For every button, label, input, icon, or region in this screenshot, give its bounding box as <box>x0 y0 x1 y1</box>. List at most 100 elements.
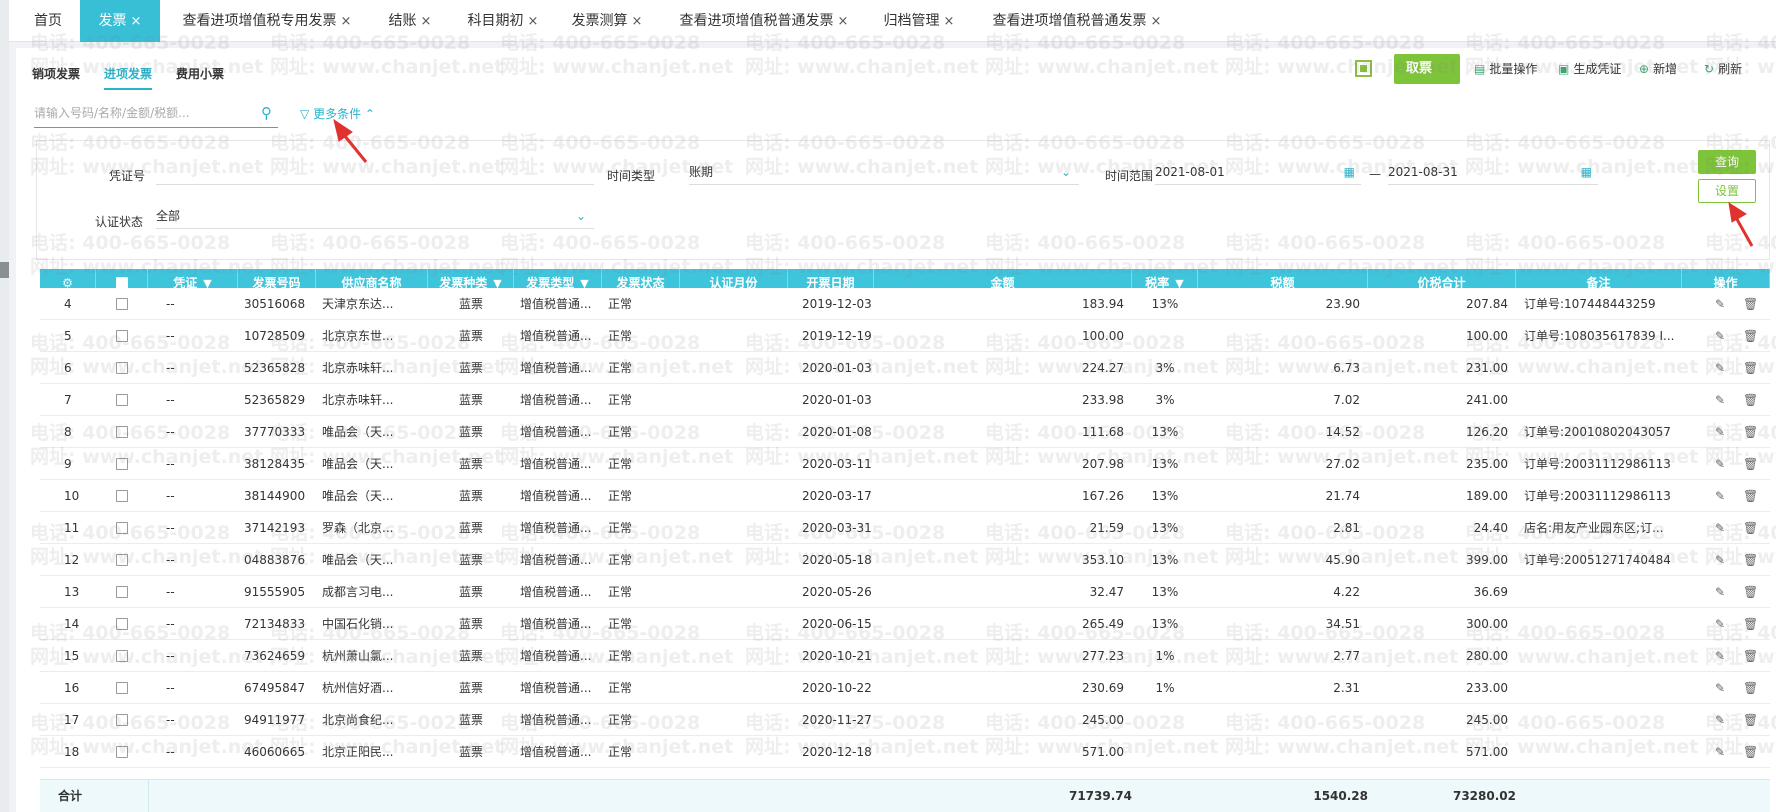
more-conditions-toggle[interactable]: ▽ 更多条件 ⌃ <box>300 105 375 122</box>
edit-icon[interactable]: ✎ <box>1715 416 1725 448</box>
close-icon[interactable]: × <box>528 14 539 29</box>
table-row[interactable]: 14 -- 72134833 中国石化销... 蓝票 增值税普通... 正常 2020-06-… <box>40 608 1770 640</box>
tab-8[interactable]: 查看进项增值税普通发票 × <box>973 0 1181 42</box>
delete-icon[interactable]: 🗑 <box>1743 320 1758 352</box>
tab-4[interactable]: 科目期初 × <box>455 0 551 42</box>
table-row[interactable]: 7 -- 52365829 北京赤味轩... 蓝票 增值税普通... 正常 2020-01-0… <box>40 384 1770 416</box>
row-checkbox[interactable] <box>116 330 128 342</box>
tab-1[interactable]: 发票 × <box>80 0 160 42</box>
edit-icon[interactable]: ✎ <box>1715 576 1725 608</box>
delete-icon[interactable]: 🗑 <box>1743 576 1758 608</box>
delete-icon[interactable]: 🗑 <box>1743 544 1758 576</box>
delete-icon[interactable]: 🗑 <box>1743 448 1758 480</box>
close-icon[interactable]: × <box>1151 14 1162 29</box>
close-icon[interactable]: × <box>341 14 352 29</box>
cell-amount: 230.69 <box>1082 681 1124 695</box>
edit-icon[interactable]: ✎ <box>1715 608 1725 640</box>
delete-icon[interactable]: 🗑 <box>1743 480 1758 512</box>
close-icon[interactable]: × <box>421 14 432 29</box>
close-icon[interactable]: × <box>131 14 142 29</box>
edit-icon[interactable]: ✎ <box>1715 704 1725 736</box>
tab-0[interactable]: 首页 <box>18 0 78 42</box>
cell-kind: 蓝票 <box>458 713 483 727</box>
search-input[interactable] <box>34 100 234 126</box>
cell-rate: 3% <box>1155 393 1175 407</box>
table-row[interactable]: 8 -- 37770333 唯品会（天... 蓝票 增值税普通... 正常 2020-01-0… <box>40 416 1770 448</box>
row-checkbox[interactable] <box>116 490 128 502</box>
edit-icon[interactable]: ✎ <box>1715 672 1725 704</box>
cell-kind: 蓝票 <box>458 425 483 439</box>
edit-icon[interactable]: ✎ <box>1715 512 1725 544</box>
edit-icon[interactable]: ✎ <box>1715 640 1725 672</box>
table-row[interactable]: 16 -- 67495847 杭州信好酒... 蓝票 增值税普通... 正常 2020-10-… <box>40 672 1770 704</box>
table-row[interactable]: 11 -- 37142193 罗森（北京... 蓝票 增值税普通... 正常 2020-03-… <box>40 512 1770 544</box>
table-row[interactable]: 10 -- 38144900 唯品会（天... 蓝票 增值税普通... 正常 2020-03-… <box>40 480 1770 512</box>
table-row[interactable]: 13 -- 91555905 成都言习电... 蓝票 增值税普通... 正常 2020-05-… <box>40 576 1770 608</box>
table-row[interactable]: 9 -- 38128435 唯品会（天... 蓝票 增值税普通... 正常 2020-03-1… <box>40 448 1770 480</box>
table-row[interactable]: 15 -- 73624659 杭州萧山氯... 蓝票 增值税普通... 正常 2020-10-… <box>40 640 1770 672</box>
row-checkbox[interactable] <box>116 298 128 310</box>
edit-icon[interactable]: ✎ <box>1715 736 1725 768</box>
table-row[interactable]: 18 -- 46060665 北京正阳民... 蓝票 增值税普通... 正常 2020-12-… <box>40 736 1770 768</box>
delete-icon[interactable]: 🗑 <box>1743 384 1758 416</box>
row-checkbox[interactable] <box>116 714 128 726</box>
close-icon[interactable]: × <box>632 14 643 29</box>
fetch-invoice-button[interactable]: 取票 ⌄ <box>1394 54 1460 105</box>
row-checkbox[interactable] <box>116 682 128 694</box>
batch-operation-button[interactable]: ▤ 批量操作 <box>1474 54 1537 84</box>
delete-icon[interactable]: 🗑 <box>1743 608 1758 640</box>
cert-status-select[interactable]: 全部 ⌄ <box>156 203 594 229</box>
edit-icon[interactable]: ✎ <box>1715 448 1725 480</box>
row-checkbox[interactable] <box>116 362 128 374</box>
tab-6[interactable]: 查看进项增值税普通发票 × <box>664 0 864 42</box>
settings-button[interactable]: 设置 <box>1698 179 1756 203</box>
close-icon[interactable]: × <box>838 14 849 29</box>
row-checkbox[interactable] <box>116 618 128 630</box>
edit-icon[interactable]: ✎ <box>1715 544 1725 576</box>
refresh-button[interactable]: ↻ 刷新 <box>1704 54 1742 84</box>
edit-icon[interactable]: ✎ <box>1715 352 1725 384</box>
edit-icon[interactable]: ✎ <box>1715 288 1725 320</box>
tab-5[interactable]: 发票测算 × <box>557 0 657 42</box>
row-checkbox[interactable] <box>116 746 128 758</box>
calendar-icon[interactable]: ▦ <box>1581 159 1592 185</box>
row-checkbox[interactable] <box>116 650 128 662</box>
delete-icon[interactable]: 🗑 <box>1743 288 1758 320</box>
table-row[interactable]: 5 -- 10728509 北京京东世... 蓝票 增值税普通... 正常 2019-12-1… <box>40 320 1770 352</box>
delete-icon[interactable]: 🗑 <box>1743 512 1758 544</box>
table-row[interactable]: 17 -- 94911977 北京尚食纪... 蓝票 增值税普通... 正常 2020-11-… <box>40 704 1770 736</box>
date-to-field[interactable]: 2021-08-31 ▦ <box>1388 159 1598 185</box>
tab-2[interactable]: 查看进项增值税专用发票 × <box>168 0 366 42</box>
row-checkbox[interactable] <box>116 426 128 438</box>
row-checkbox[interactable] <box>116 554 128 566</box>
edit-icon[interactable]: ✎ <box>1715 320 1725 352</box>
tab-3[interactable]: 结账 × <box>374 0 446 42</box>
voucher-no-field[interactable] <box>156 159 594 185</box>
calendar-icon[interactable]: ▦ <box>1344 159 1355 185</box>
add-button[interactable]: ⊕ 新增 <box>1639 54 1677 84</box>
row-checkbox[interactable] <box>116 394 128 406</box>
search-icon[interactable]: ⚲ <box>261 104 272 122</box>
date-from-field[interactable]: 2021-08-01 ▦ <box>1155 159 1361 185</box>
delete-icon[interactable]: 🗑 <box>1743 352 1758 384</box>
table-row[interactable]: 4 -- 30516068 天津京东达... 蓝票 增值税普通... 正常 2019-12-0… <box>40 288 1770 320</box>
edit-icon[interactable]: ✎ <box>1715 384 1725 416</box>
query-button[interactable]: 查询 <box>1698 150 1756 174</box>
qr-code-icon[interactable] <box>1355 60 1372 77</box>
delete-icon[interactable]: 🗑 <box>1743 672 1758 704</box>
edit-icon[interactable]: ✎ <box>1715 480 1725 512</box>
row-checkbox[interactable] <box>116 522 128 534</box>
close-icon[interactable]: × <box>944 14 955 29</box>
cell-month <box>680 448 788 480</box>
time-type-select[interactable]: 账期 ⌄ <box>689 159 1079 185</box>
table-row[interactable]: 6 -- 52365828 北京赤味轩... 蓝票 增值税普通... 正常 2020-01-0… <box>40 352 1770 384</box>
row-checkbox[interactable] <box>116 586 128 598</box>
delete-icon[interactable]: 🗑 <box>1743 704 1758 736</box>
delete-icon[interactable]: 🗑 <box>1743 736 1758 768</box>
generate-voucher-button[interactable]: ▣ 生成凭证 <box>1558 54 1621 84</box>
delete-icon[interactable]: 🗑 <box>1743 640 1758 672</box>
row-checkbox[interactable] <box>116 458 128 470</box>
delete-icon[interactable]: 🗑 <box>1743 416 1758 448</box>
table-row[interactable]: 12 -- 04883876 唯品会（天... 蓝票 增值税普通... 正常 2020-05-… <box>40 544 1770 576</box>
tab-7[interactable]: 归档管理 × <box>872 0 966 42</box>
